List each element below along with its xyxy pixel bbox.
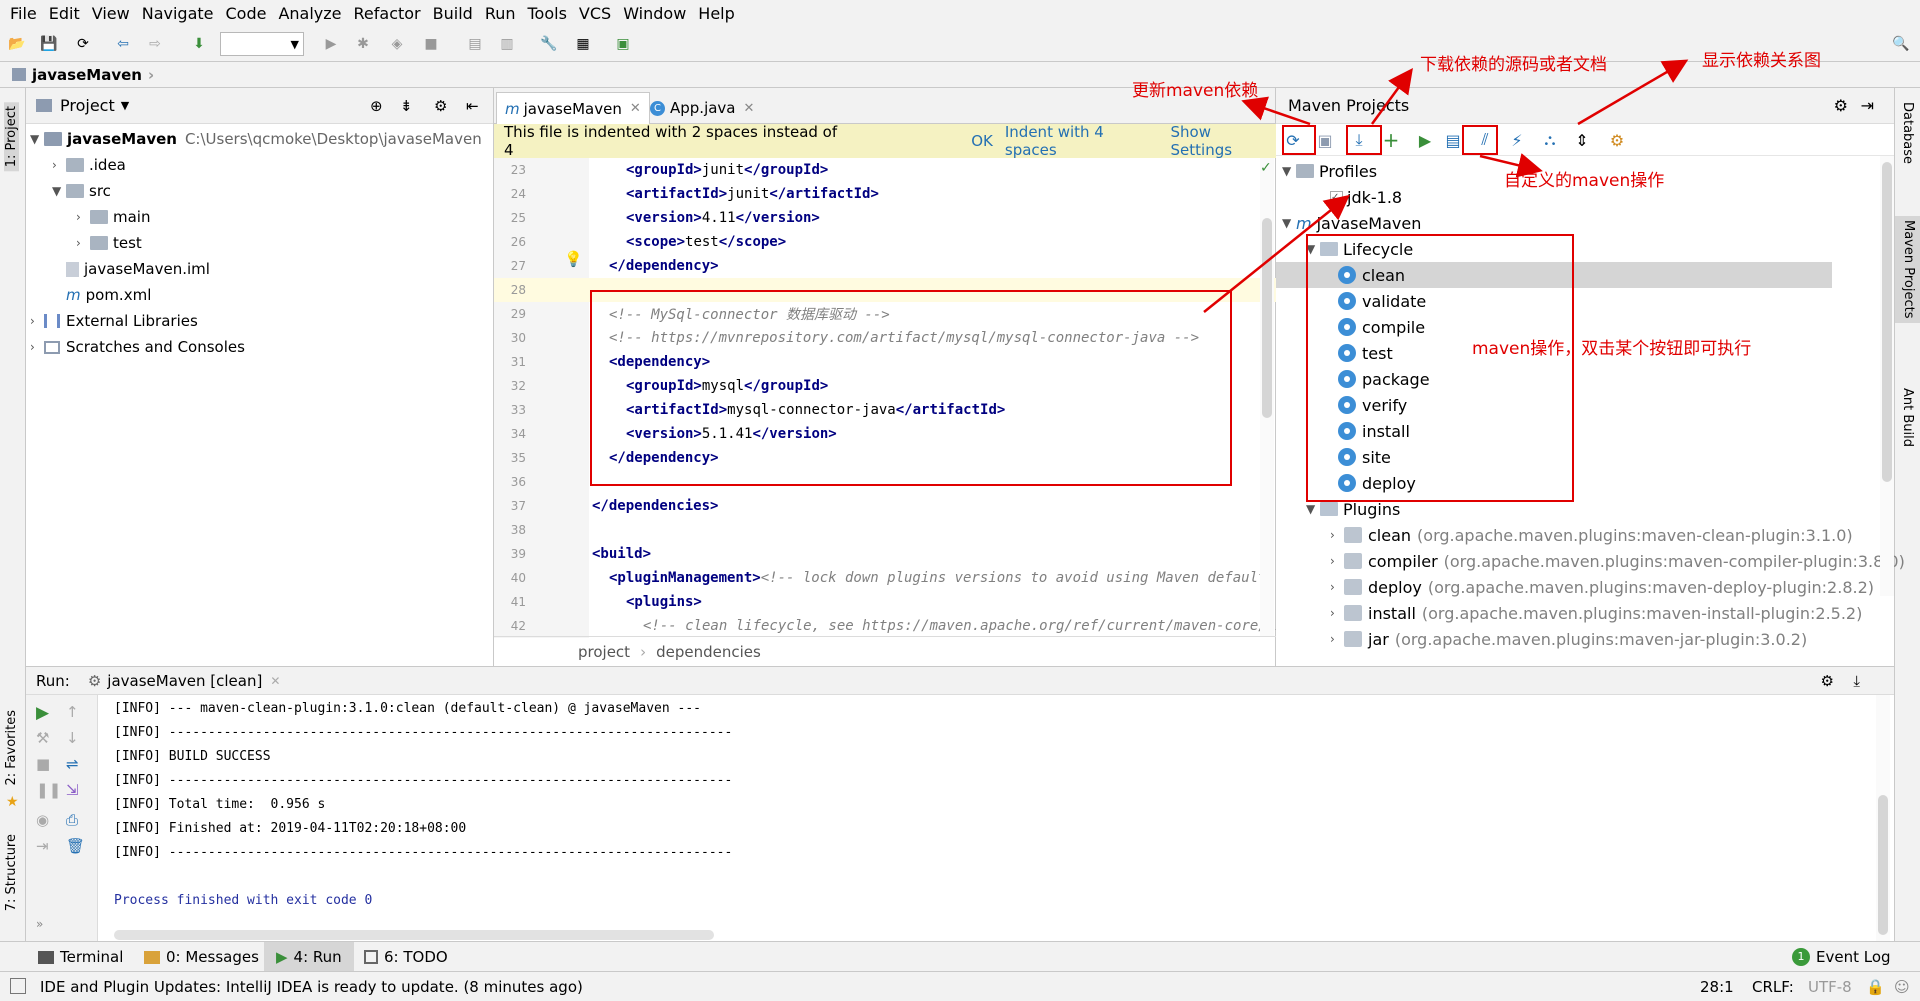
arrow-dependency	[1203, 194, 1350, 313]
arrow-refresh	[1241, 96, 1311, 126]
arrow-diagram	[1577, 59, 1689, 126]
arrow-custom	[1479, 153, 1543, 178]
annotation-arrows	[1203, 59, 1689, 313]
arrow-download	[1370, 67, 1413, 125]
